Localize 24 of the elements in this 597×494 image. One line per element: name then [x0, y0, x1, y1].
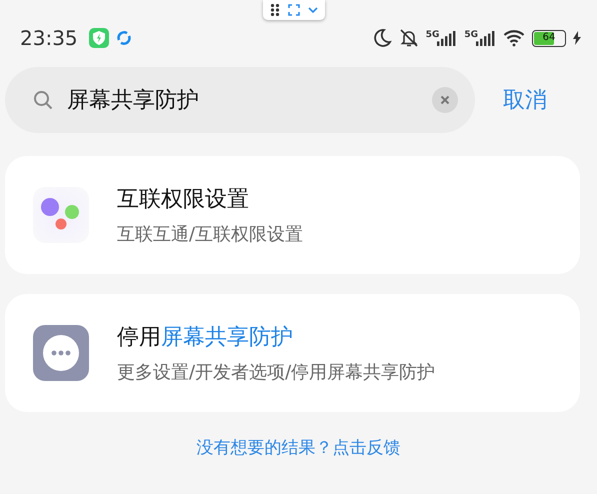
dots-app-icon: [33, 187, 89, 243]
result-path: 互联互通/互联权限设置: [117, 223, 304, 246]
signal-icon: [437, 30, 458, 46]
search-icon: [33, 90, 53, 110]
network-type-label: 5G: [426, 30, 440, 40]
sync-icon: [116, 30, 132, 46]
drag-handle-icon[interactable]: [270, 4, 280, 16]
search-field[interactable]: 屏幕共享防护: [5, 67, 475, 133]
result-path: 更多设置/开发者选项/停用屏幕共享防护: [117, 361, 436, 384]
result-title: 停用屏幕共享防护: [117, 324, 294, 352]
bell-muted-icon: [398, 28, 419, 48]
wifi-icon: [503, 29, 525, 47]
search-result-card[interactable]: 互联权限设置 互联互通/互联权限设置: [5, 156, 580, 274]
more-icon: [33, 325, 89, 381]
clear-icon[interactable]: [432, 87, 458, 113]
result-title: 互联权限设置: [117, 186, 250, 214]
signal-icon: [476, 30, 496, 46]
search-result-card[interactable]: 停用屏幕共享防护 更多设置/开发者选项/停用屏幕共享防护: [5, 294, 580, 412]
chevron-down-icon[interactable]: [308, 6, 318, 14]
fullscreen-icon[interactable]: [288, 4, 300, 16]
clock: 23:35: [20, 26, 78, 50]
moon-icon: [372, 28, 392, 48]
shield-icon: [88, 28, 109, 48]
network-type-label: 5G: [464, 30, 478, 40]
